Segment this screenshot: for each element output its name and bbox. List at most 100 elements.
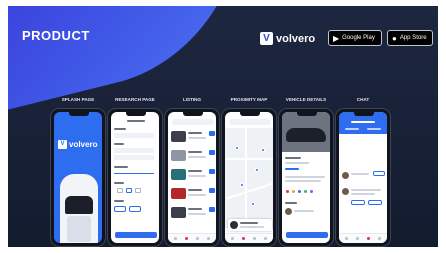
phone-map [221, 108, 277, 247]
app-store-badge[interactable]: ● App Store [387, 30, 433, 46]
screen-label: RESEARCH PAGE [115, 97, 155, 102]
price-tag [209, 169, 215, 174]
tab-map-icon[interactable] [242, 237, 245, 240]
screen-labels: SPLASH PAGE RESEARCH PAGE LISTING PROXIM… [46, 97, 426, 105]
tab-chat-icon[interactable] [367, 237, 370, 240]
google-play-badge[interactable]: ▶ Google Play [328, 30, 382, 46]
brand-mark-icon: V [260, 32, 273, 45]
phone-notch [183, 112, 203, 116]
list-item[interactable] [171, 148, 215, 166]
color-swatch[interactable] [286, 190, 289, 193]
tab-inbox[interactable] [345, 128, 359, 130]
tab-home-icon[interactable] [345, 237, 348, 240]
splash-logo: V volvero [58, 140, 97, 149]
tab-profile-icon[interactable] [378, 237, 381, 240]
message-preview-placeholder [351, 173, 369, 175]
phone-notch [126, 112, 146, 116]
vehicle-details-screen [282, 112, 330, 243]
accept-button[interactable] [351, 200, 365, 205]
sender-avatar [342, 188, 349, 195]
car-thumbnail [171, 169, 186, 180]
car-details-placeholder [188, 156, 206, 158]
section-heading-placeholder [114, 143, 124, 145]
tab-bar [168, 233, 216, 243]
play-triangle-icon: ▶ [333, 33, 340, 43]
decline-button[interactable] [368, 200, 382, 205]
tab-requests[interactable] [367, 128, 381, 130]
seats-stepper[interactable] [135, 188, 141, 193]
seats-stepper[interactable] [117, 188, 123, 193]
car-name-placeholder [188, 132, 202, 134]
date-field[interactable] [114, 155, 154, 160]
list-item[interactable] [171, 167, 215, 185]
car-name-placeholder [188, 170, 202, 172]
date-field[interactable] [114, 148, 154, 153]
tab-home-icon[interactable] [174, 237, 177, 240]
research-screen [111, 112, 159, 243]
tab-chat-icon[interactable] [196, 237, 199, 240]
map-road [245, 128, 247, 228]
tab-search-icon[interactable] [185, 237, 188, 240]
tab-bar [339, 233, 387, 243]
brand-name: volvero [276, 32, 316, 45]
price-tag [209, 188, 215, 193]
car-name-placeholder [188, 208, 202, 210]
chat-title-placeholder [351, 121, 375, 123]
phone-vehicle-details [278, 108, 334, 247]
map-road [225, 158, 273, 160]
list-item[interactable] [171, 186, 215, 204]
map-pin-icon[interactable] [261, 148, 265, 152]
nearby-car-card[interactable] [228, 219, 272, 231]
map-pin-icon[interactable] [235, 146, 239, 150]
car-name-placeholder [188, 189, 202, 191]
description-placeholder [285, 176, 325, 178]
color-swatch[interactable] [298, 190, 301, 193]
owner-avatar [285, 208, 292, 215]
splash-logo-text: volvero [69, 140, 98, 149]
tab-profile-icon[interactable] [264, 237, 267, 240]
tab-search-icon[interactable] [356, 237, 359, 240]
phone-notch [69, 112, 89, 116]
price-tag [209, 207, 215, 212]
filter-chip[interactable] [114, 206, 126, 212]
phone-chat [335, 108, 391, 247]
color-swatch[interactable] [292, 190, 295, 193]
car-roof [67, 216, 91, 242]
car-thumbnail [171, 188, 186, 199]
car-thumbnail [171, 131, 186, 142]
list-item[interactable] [171, 205, 215, 223]
car-details-placeholder [188, 213, 206, 215]
tab-chat-icon[interactable] [253, 237, 256, 240]
section-heading-placeholder [114, 128, 126, 130]
research-title-placeholder [127, 120, 145, 122]
tab-home-icon[interactable] [231, 237, 234, 240]
color-swatch[interactable] [304, 190, 307, 193]
google-play-label: Google Play [342, 35, 375, 41]
phone-notch [240, 112, 260, 116]
phone-listing [164, 108, 220, 247]
car-name-placeholder [240, 222, 258, 224]
map-view[interactable] [225, 128, 273, 228]
map-pin-icon[interactable] [255, 168, 259, 172]
search-input[interactable] [172, 119, 214, 125]
map-pin-icon[interactable] [251, 202, 255, 206]
car-thumbnail [171, 150, 186, 161]
sender-avatar [342, 172, 349, 179]
phone-notch [297, 112, 317, 116]
tab-bar [225, 233, 273, 243]
price-range-slider[interactable] [114, 173, 154, 174]
search-button[interactable] [115, 232, 157, 238]
seats-stepper[interactable] [126, 188, 132, 193]
reply-button[interactable] [373, 171, 385, 176]
map-pin-icon[interactable] [240, 183, 244, 187]
car-image [286, 128, 326, 142]
list-item[interactable] [171, 129, 215, 147]
tab-profile-icon[interactable] [207, 237, 210, 240]
search-input[interactable] [229, 119, 271, 125]
filter-chip[interactable] [129, 206, 141, 212]
book-button[interactable] [286, 232, 328, 238]
phone-research [107, 108, 163, 247]
location-field[interactable] [114, 133, 154, 138]
section-heading-placeholder [114, 182, 124, 184]
color-swatch[interactable] [310, 190, 313, 193]
